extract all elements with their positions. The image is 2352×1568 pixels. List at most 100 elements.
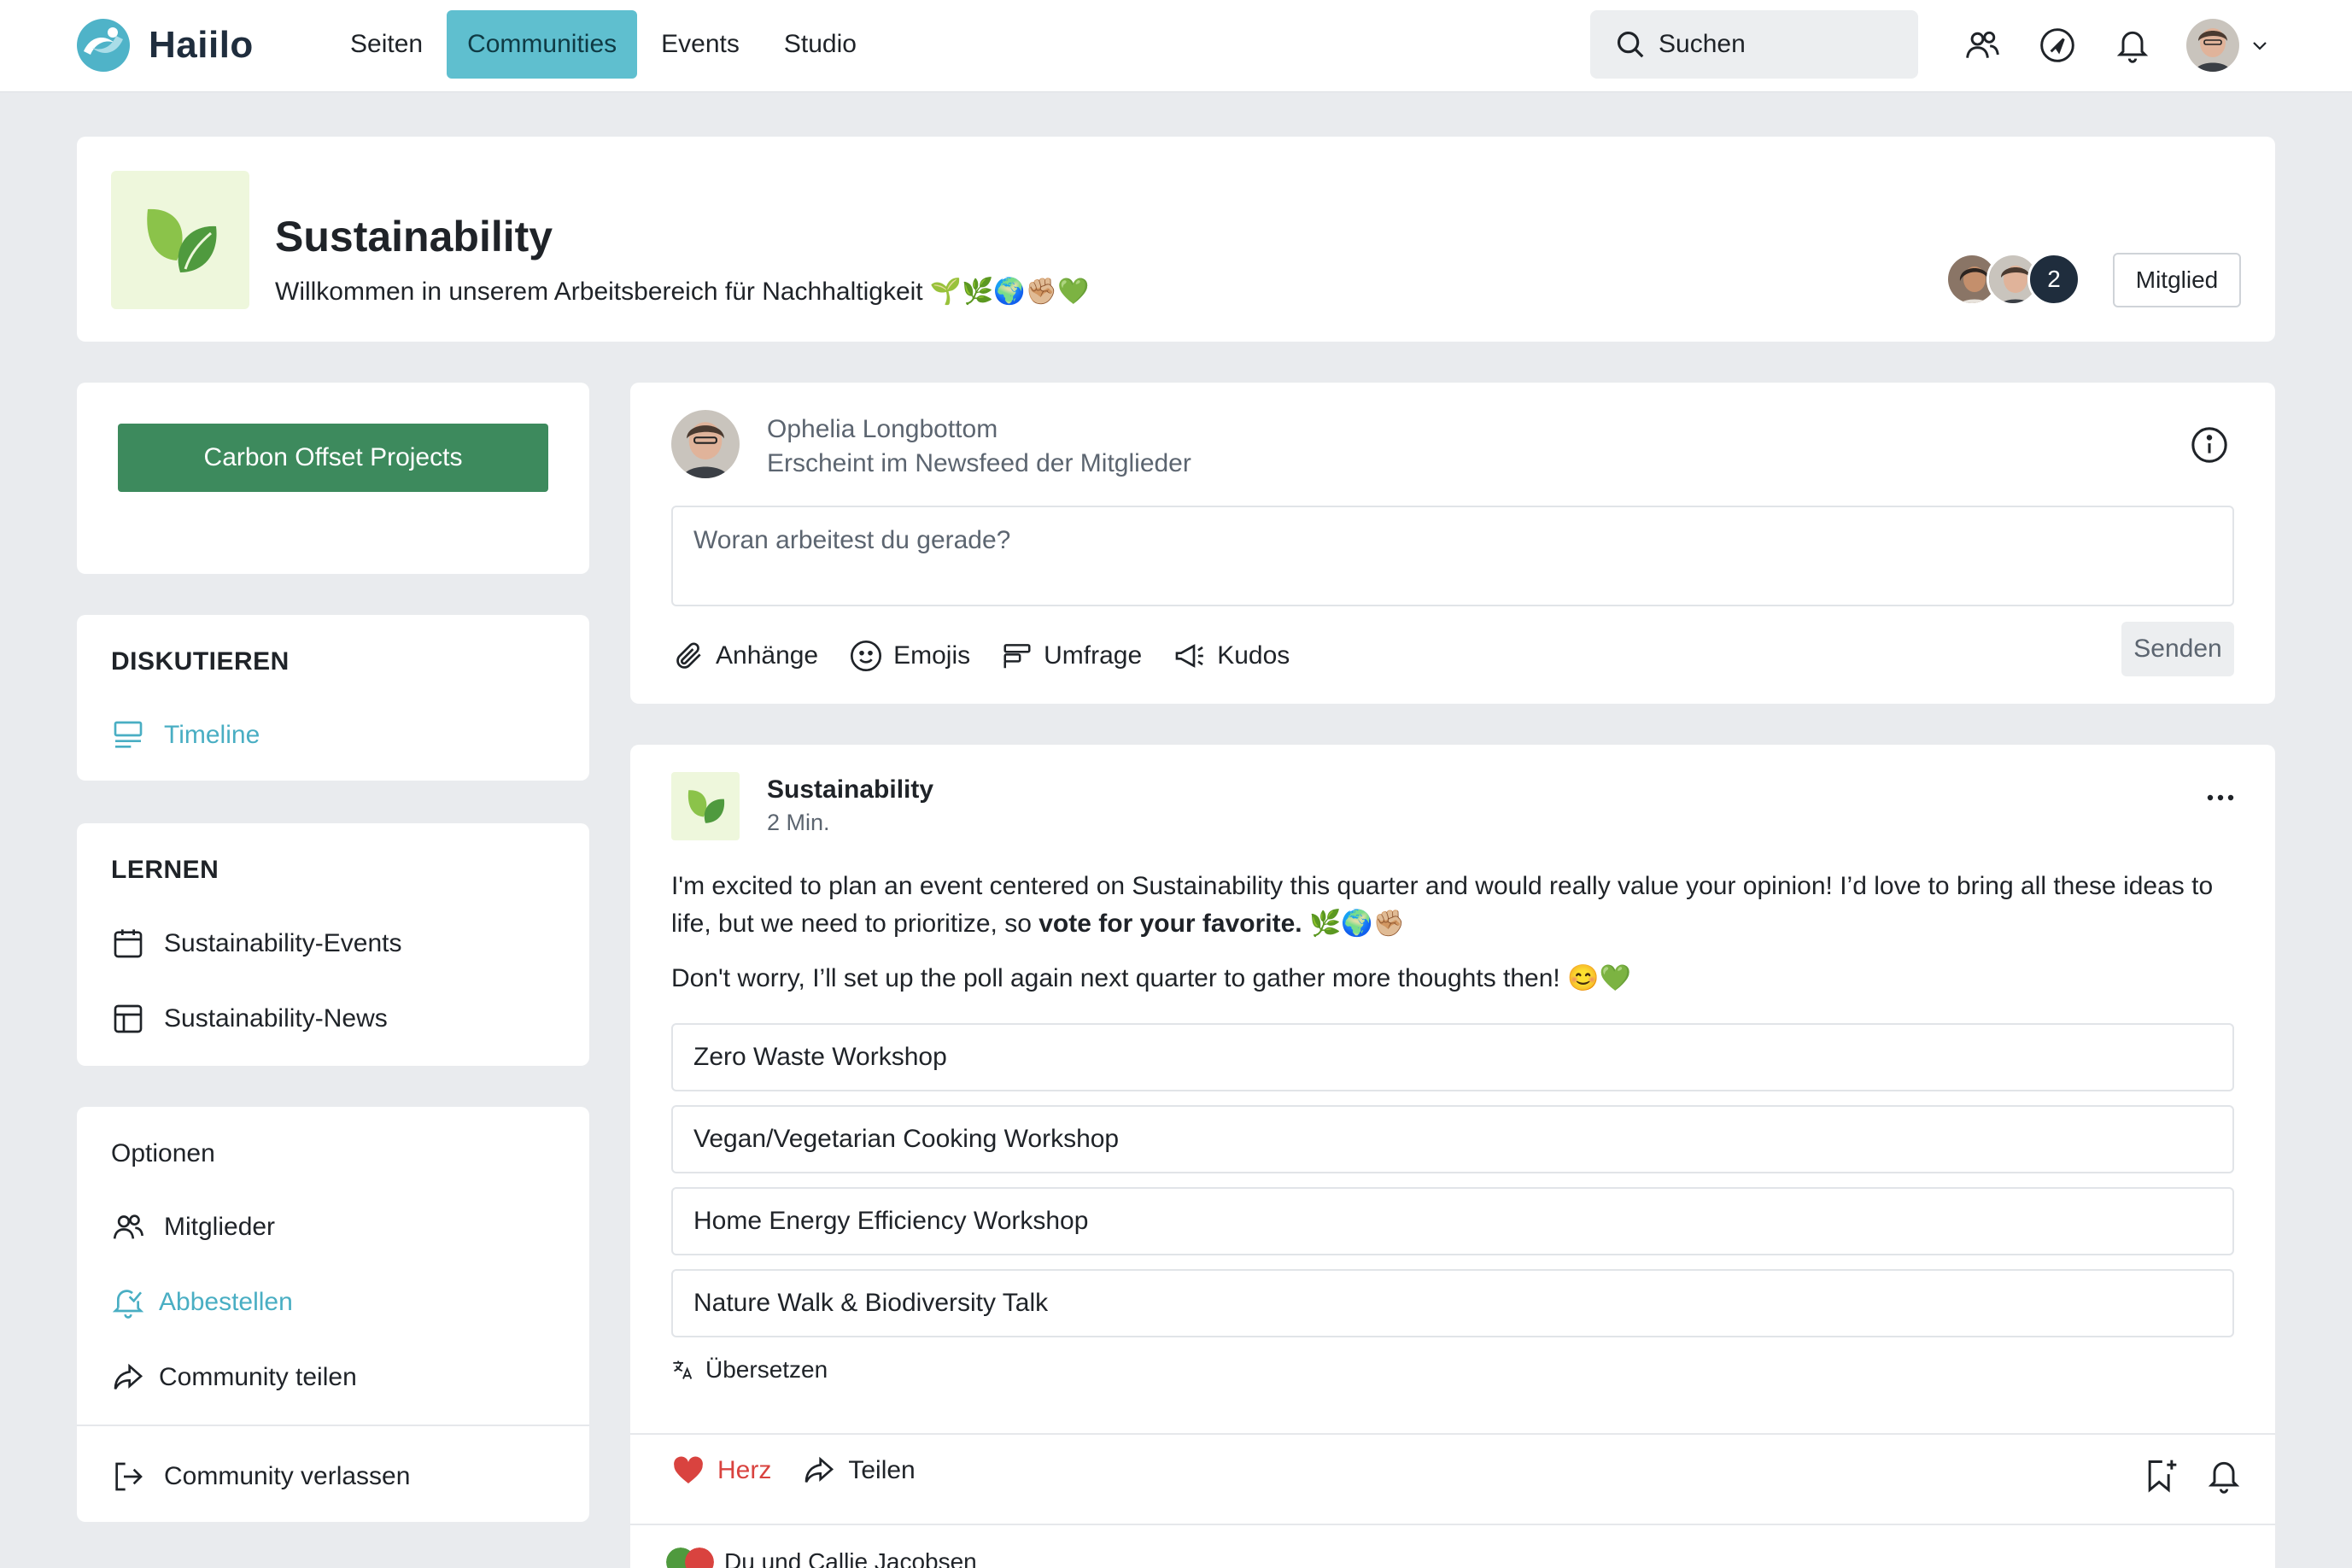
sidebar-item-events[interactable]: Sustainability-Events	[111, 922, 401, 965]
community-description-text: Willkommen in unserem Arbeitsbereich für…	[275, 277, 923, 306]
leaf-icon	[147, 208, 217, 272]
translate-icon	[673, 1360, 693, 1379]
post-divider	[630, 1433, 2275, 1435]
search-label: Suchen	[1659, 30, 1746, 58]
translate-button[interactable]: Übersetzen	[671, 1356, 828, 1384]
leaf-icon	[687, 790, 725, 823]
post-composer: Ophelia Longbottom Erscheint im Newsfeed…	[630, 383, 2275, 704]
post-divider	[630, 1524, 2275, 1525]
learn-section: LERNEN Sustainability-Events Sustainabil…	[77, 823, 589, 1066]
smiley-icon	[851, 641, 882, 671]
kudos-label: Kudos	[1217, 641, 1290, 670]
post-body-paragraph-2: Don't worry, I’ll set up the poll again …	[671, 964, 1631, 992]
sidebar-item-leave[interactable]: Community verlassen	[111, 1455, 410, 1498]
top-navigation-bar: Haiilo Seiten Communities Events Studio …	[0, 0, 2352, 92]
colleagues-icon[interactable]	[1956, 19, 2009, 72]
options-section: Optionen Mitglieder Abbestellen Communit…	[77, 1107, 589, 1522]
more-options-icon[interactable]	[2203, 787, 2238, 808]
nav-studio[interactable]: Studio	[764, 10, 877, 79]
kudos-button[interactable]: Kudos	[1173, 630, 1290, 682]
emojis-button[interactable]: Emojis	[849, 630, 970, 682]
sidebar-item-timeline[interactable]: Timeline	[111, 714, 260, 757]
sidebar-item-members[interactable]: Mitglieder	[111, 1206, 275, 1249]
megaphone-icon	[1175, 644, 1204, 668]
sidebar-item-share[interactable]: Community teilen	[111, 1356, 357, 1399]
paperclip-icon	[676, 642, 701, 669]
notifications-bell-icon[interactable]	[2106, 19, 2159, 72]
composer-input[interactable]: Woran arbeitest du gerade?	[671, 506, 2234, 606]
sidebar-item-unsubscribe[interactable]: Abbestellen	[111, 1281, 293, 1324]
nav-communities[interactable]: Communities	[447, 10, 638, 79]
community-title: Sustainability	[275, 213, 553, 260]
top-icon-group	[1956, 19, 2270, 72]
sidebar-item-label: Abbestellen	[159, 1288, 293, 1316]
likers-label: Du und Callie Jacobsen	[724, 1548, 977, 1568]
send-button[interactable]: Senden	[2121, 622, 2234, 676]
sidebar-item-label: Community verlassen	[164, 1462, 411, 1490]
heart-button[interactable]: Herz	[671, 1454, 771, 1488]
poll-option[interactable]: Vegan/Vegetarian Cooking Workshop	[671, 1105, 2234, 1173]
carbon-offset-card: Carbon Offset Projects	[77, 383, 589, 574]
main-nav: Seiten Communities Events Studio	[330, 10, 877, 79]
community-description: Willkommen in unserem Arbeitsbereich für…	[275, 277, 1089, 307]
sidebar-item-label: Community teilen	[159, 1363, 357, 1391]
share-arrow-icon	[114, 1363, 143, 1390]
sidebar-item-label: Sustainability-Events	[164, 929, 402, 957]
nav-seiten[interactable]: Seiten	[330, 10, 443, 79]
post-body-paragraph: I'm excited to plan an event centered on…	[671, 868, 2243, 943]
share-button[interactable]: Teilen	[802, 1454, 916, 1488]
search-icon	[1617, 31, 1644, 58]
logo-text: Haiilo	[149, 24, 254, 66]
emojis-label: Emojis	[893, 641, 971, 670]
notifications-bell-icon[interactable]	[2205, 1457, 2243, 1495]
community-header: Sustainability Willkommen in unserem Arb…	[77, 137, 2275, 342]
heart-icon	[674, 1456, 703, 1483]
post-text-part: I'm excited to plan an event centered on…	[671, 872, 2214, 938]
sidebar-item-news[interactable]: Sustainability-News	[111, 998, 388, 1040]
post-author[interactable]: Sustainability	[767, 775, 933, 804]
members-icon	[113, 1214, 143, 1239]
bookmark-add-icon[interactable]	[2142, 1457, 2179, 1495]
poll-option[interactable]: Zero Waste Workshop	[671, 1023, 2234, 1091]
translate-label: Übersetzen	[705, 1356, 828, 1383]
poll-icon	[1003, 644, 1031, 669]
poll-option[interactable]: Home Energy Efficiency Workshop	[671, 1187, 2234, 1255]
composer-author[interactable]: Ophelia Longbottom	[767, 415, 998, 444]
post-author-logo[interactable]	[671, 772, 740, 840]
navigation-compass-icon[interactable]	[2031, 19, 2084, 72]
options-divider	[77, 1425, 589, 1426]
search-box[interactable]: Suchen	[1590, 10, 1918, 79]
sidebar-item-label: Sustainability-News	[164, 1004, 388, 1033]
community-description-emojis: 🌱🌿🌍✊🏼💚	[929, 278, 1090, 306]
poll-option[interactable]: Nature Walk & Biodiversity Talk	[671, 1269, 2234, 1337]
post-timestamp: 2 Min.	[767, 810, 830, 835]
bell-check-icon	[112, 1290, 144, 1319]
haiilo-logo[interactable]: Haiilo	[75, 17, 254, 73]
share-label: Teilen	[848, 1456, 916, 1484]
composer-tools: Anhänge Emojis Umfrage Kudos	[673, 630, 1290, 682]
chevron-down-icon[interactable]	[2250, 35, 2270, 56]
member-button[interactable]: Mitglied	[2113, 253, 2241, 307]
discuss-section: DISKUTIEREN Timeline	[77, 615, 589, 781]
section-title-discuss: DISKUTIEREN	[111, 647, 290, 676]
heart-reaction-icon	[685, 1548, 714, 1568]
heart-label: Herz	[717, 1456, 772, 1484]
news-layout-icon	[114, 1004, 143, 1033]
info-icon[interactable]	[2190, 425, 2229, 465]
poll-label: Umfrage	[1044, 641, 1143, 670]
section-title-options: Optionen	[111, 1139, 215, 1167]
haiilo-logo-icon	[77, 19, 130, 72]
carbon-offset-button[interactable]: Carbon Offset Projects	[118, 424, 548, 492]
user-avatar[interactable]	[2186, 19, 2239, 72]
likers-row[interactable]: Du und Callie Jacobsen	[666, 1548, 977, 1568]
attachments-label: Anhänge	[716, 641, 819, 670]
poll-button[interactable]: Umfrage	[1001, 630, 1142, 682]
member-avatars[interactable]: 2	[1945, 253, 2080, 306]
community-logo	[111, 171, 249, 309]
nav-events[interactable]: Events	[641, 10, 760, 79]
sidebar-item-label: Timeline	[164, 721, 260, 749]
timeline-icon	[114, 721, 143, 748]
section-title-learn: LERNEN	[111, 856, 219, 884]
share-arrow-icon	[805, 1456, 834, 1483]
attachments-button[interactable]: Anhänge	[673, 630, 818, 682]
